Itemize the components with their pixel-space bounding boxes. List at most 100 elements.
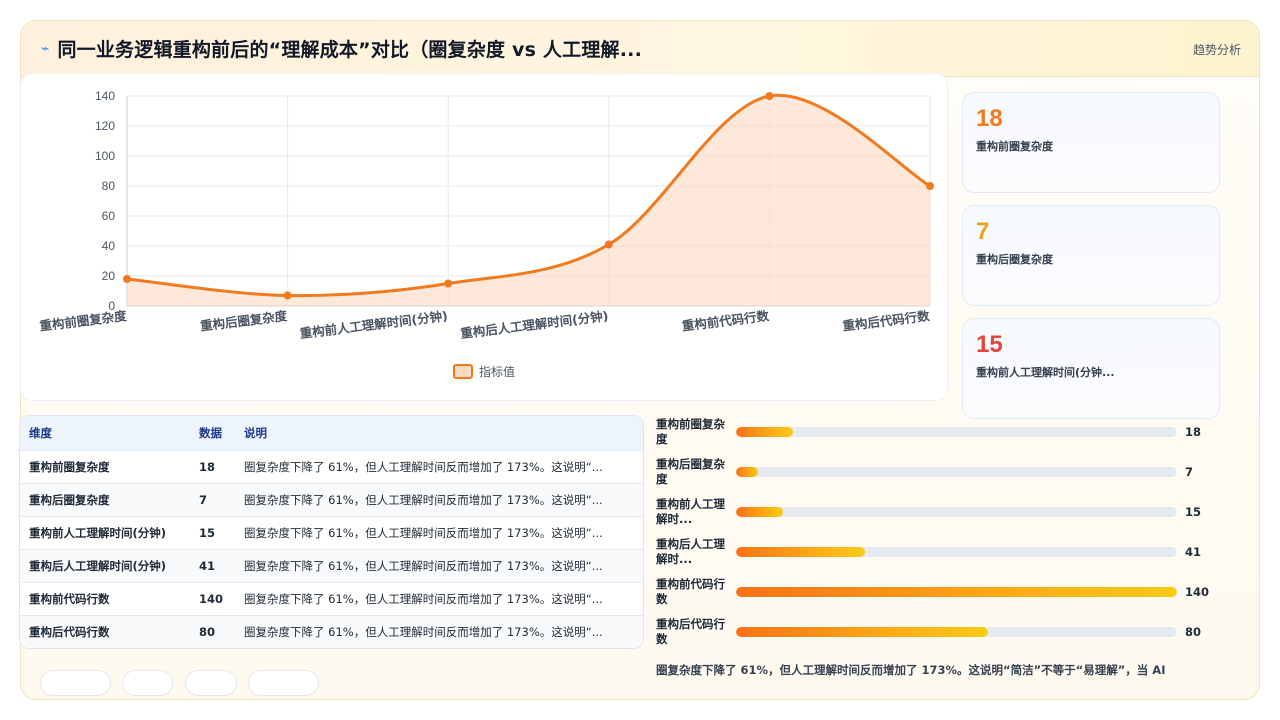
summary-note: 圈复杂度下降了 61%，但人工理解时间反而增加了 173%。这说明“简洁”不等于… <box>656 663 1166 677</box>
cell-value: 80 <box>199 624 216 639</box>
column-header-dimension[interactable]: 维度 <box>20 416 190 450</box>
data-point <box>604 240 613 249</box>
progress-bar-fill <box>736 627 988 637</box>
progress-bar-list: 重构前圈复杂度 18 重构后圈复杂度 7 重构前人工理解时... 15 重构后人… <box>656 416 1216 656</box>
y-tick-label: 80 <box>102 179 116 193</box>
y-tick-label: 140 <box>95 89 115 103</box>
cell-dimension: 重构后代码行数 <box>29 624 110 639</box>
progress-bar-value: 7 <box>1185 465 1194 479</box>
data-point <box>765 92 774 100</box>
filter-chip[interactable] <box>122 670 173 696</box>
stat-card-1: 18 重构前圈复杂度 <box>962 92 1220 193</box>
table-row[interactable]: 重构后圈复杂度 7 圈复杂度下降了 61%，但人工理解时间反而增加了 173%。… <box>20 483 643 516</box>
y-tick-label: 40 <box>102 239 116 253</box>
stat-label: 重构前人工理解时间(分钟... <box>976 366 1115 379</box>
trend-analysis-tag[interactable]: 趋势分析 <box>1193 41 1241 58</box>
x-tick-label: 重构后人工理解时间(分钟) <box>460 308 610 341</box>
chart-card: 0 20 40 60 80 100 120 140 重构前圈复杂度 重构后圈复杂度 重构前人工理解时… <box>20 73 948 401</box>
y-tick-label: 60 <box>102 209 116 223</box>
stat-card-3: 15 重构前人工理解时间(分钟... <box>962 318 1220 419</box>
progress-bar-track <box>736 587 1177 597</box>
y-tick-label: 120 <box>95 119 115 133</box>
progress-bar-fill <box>736 507 784 517</box>
stat-value: 7 <box>976 218 990 245</box>
progress-bar-fill <box>736 547 866 557</box>
progress-bar-value: 18 <box>1185 425 1202 439</box>
table-row[interactable]: 重构前代码行数 140 圈复杂度下降了 61%，但人工理解时间反而增加了 173… <box>20 582 643 615</box>
filter-chip[interactable] <box>40 670 111 696</box>
stat-value: 15 <box>976 331 1003 358</box>
x-tick-label: 重构前人工理解时间(分钟) <box>299 308 449 341</box>
table-row[interactable]: 重构后代码行数 80 圈复杂度下降了 61%，但人工理解时间反而增加了 173%… <box>20 615 643 648</box>
progress-bar-track <box>736 427 1177 437</box>
data-point <box>926 182 934 190</box>
cell-dimension: 重构前圈复杂度 <box>29 459 110 474</box>
header: ⌁ 同一业务逻辑重构前后的“理解成本”对比（圈复杂度 vs 人工理解... 趋势… <box>21 21 1259 77</box>
data-point <box>283 291 292 300</box>
table-header-row: 维度 数据 说明 <box>20 416 643 450</box>
cell-value: 15 <box>199 525 216 540</box>
progress-bar-row: 重构前圈复杂度 18 <box>656 416 1216 456</box>
cell-description: 圈复杂度下降了 61%，但人工理解时间反而增加了 173%。这说明“... <box>244 492 603 507</box>
progress-bar-value: 80 <box>1185 625 1202 639</box>
x-tick-label: 重构后圈复杂度 <box>199 308 288 334</box>
table-row[interactable]: 重构前圈复杂度 18 圈复杂度下降了 61%，但人工理解时间反而增加了 173%… <box>20 450 643 483</box>
legend-swatch <box>453 364 473 379</box>
progress-bar-label: 重构后圈复杂度 <box>656 457 725 486</box>
progress-bar-row: 重构后代码行数 80 <box>656 616 1216 656</box>
filter-chip[interactable] <box>248 670 319 696</box>
progress-bar-row: 重构前代码行数 140 <box>656 576 1216 616</box>
progress-bar-label: 重构前代码行数 <box>656 577 725 606</box>
progress-bar-label: 重构后人工理解时... <box>656 537 725 566</box>
stat-label: 重构后圈复杂度 <box>976 253 1053 266</box>
progress-bar-label: 重构前人工理解时... <box>656 497 725 526</box>
area-fill <box>127 95 930 306</box>
page-title: 同一业务逻辑重构前后的“理解成本”对比（圈复杂度 vs 人工理解... <box>57 39 642 61</box>
column-header-data[interactable]: 数据 <box>190 416 235 450</box>
progress-bar-track <box>736 627 1177 637</box>
data-point <box>123 275 131 283</box>
data-table: 维度 数据 说明 重构前圈复杂度 18 圈复杂度下降了 61%，但人工理解时间反… <box>19 415 644 649</box>
x-tick-label: 重构前代码行数 <box>681 308 770 334</box>
stat-card-2: 7 重构后圈复杂度 <box>962 205 1220 306</box>
cell-dimension: 重构前代码行数 <box>29 591 110 606</box>
cell-value: 41 <box>199 558 216 573</box>
cell-description: 圈复杂度下降了 61%，但人工理解时间反而增加了 173%。这说明“... <box>244 525 603 540</box>
progress-bar-row: 重构前人工理解时... 15 <box>656 496 1216 536</box>
filter-chip[interactable] <box>185 670 237 696</box>
cell-dimension: 重构前人工理解时间(分钟) <box>29 525 167 540</box>
table-row[interactable]: 重构后人工理解时间(分钟) 41 圈复杂度下降了 61%，但人工理解时间反而增加… <box>20 549 643 582</box>
progress-bar-fill <box>736 427 793 437</box>
progress-bar-value: 140 <box>1185 585 1210 599</box>
y-tick-label: 20 <box>102 269 116 283</box>
progress-bar-track <box>736 467 1177 477</box>
cell-value: 140 <box>199 591 224 606</box>
cell-description: 圈复杂度下降了 61%，但人工理解时间反而增加了 173%。这说明“... <box>244 558 603 573</box>
progress-bar-label: 重构后代码行数 <box>656 617 725 646</box>
progress-bar-value: 41 <box>1185 545 1202 559</box>
cell-value: 18 <box>199 459 216 474</box>
progress-bar-value: 15 <box>1185 505 1202 519</box>
progress-bar-fill <box>736 587 1177 597</box>
cell-description: 圈复杂度下降了 61%，但人工理解时间反而增加了 173%。这说明“... <box>244 459 603 474</box>
cell-description: 圈复杂度下降了 61%，但人工理解时间反而增加了 173%。这说明“... <box>244 624 603 639</box>
stat-value: 18 <box>976 105 1003 132</box>
cell-dimension: 重构后圈复杂度 <box>29 492 110 507</box>
area-chart: 020406080100120140重构前圈复杂度 重构后圈复杂度 重构前人工理解时… <box>39 89 934 379</box>
progress-bar-row: 重构后圈复杂度 7 <box>656 456 1216 496</box>
x-tick-label: 重构后代码行数 <box>842 308 931 334</box>
lightning-icon: ⌁ <box>41 40 50 57</box>
cell-description: 圈复杂度下降了 61%，但人工理解时间反而增加了 173%。这说明“... <box>244 591 603 606</box>
progress-bar-label: 重构前圈复杂度 <box>656 417 725 446</box>
legend-label: 指标值 <box>479 364 515 379</box>
progress-bar-fill <box>736 467 759 477</box>
data-point <box>444 279 453 288</box>
stat-label: 重构前圈复杂度 <box>976 140 1053 153</box>
column-header-description[interactable]: 说明 <box>235 416 643 450</box>
table-row[interactable]: 重构前人工理解时间(分钟) 15 圈复杂度下降了 61%，但人工理解时间反而增加… <box>20 516 643 549</box>
progress-bar-track <box>736 547 1177 557</box>
cell-value: 7 <box>199 492 208 507</box>
progress-bar-track <box>736 507 1177 517</box>
cell-dimension: 重构后人工理解时间(分钟) <box>29 558 167 573</box>
y-tick-label: 100 <box>95 149 115 163</box>
